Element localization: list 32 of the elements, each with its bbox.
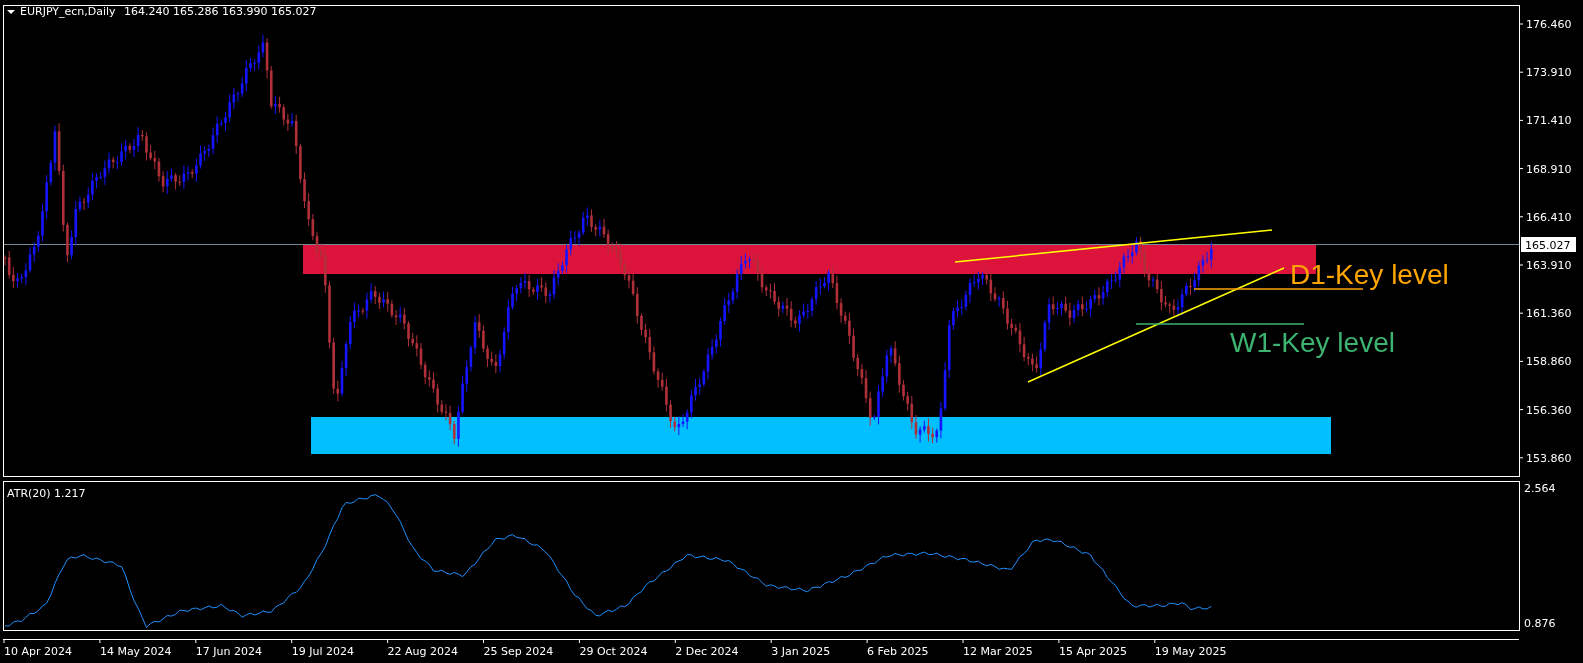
indicator-tick-label: 2.564 [1524, 482, 1556, 495]
price-tick-label: 161.360 [1526, 307, 1572, 321]
price-tick-label: 163.910 [1526, 259, 1572, 272]
indicator-label: ATR(20) 1.217 [7, 487, 86, 500]
price-tick-label: 176.460 [1526, 18, 1572, 31]
price-tick-label: 158.860 [1526, 355, 1572, 369]
date-tick-label: 15 Apr 2025 [1058, 645, 1127, 658]
date-tick-label: 29 Oct 2024 [579, 645, 648, 658]
date-tick-label: 14 May 2024 [99, 645, 172, 658]
date-tick-label: 2 Dec 2024 [675, 645, 739, 658]
date-tick-label: 19 May 2025 [1154, 645, 1227, 658]
date-tick-label: 12 Mar 2025 [963, 645, 1033, 658]
current-price-label: 165.027 [1521, 237, 1576, 252]
key-level-label: D1-Key level [1290, 259, 1449, 290]
chart-symbol: EURJPY_ecn,Daily [20, 5, 116, 18]
date-tick-label: 6 Feb 2025 [867, 645, 929, 658]
indicator-tick-label: 0.876 [1524, 617, 1556, 630]
date-tick-label: 3 Jan 2025 [771, 645, 831, 658]
dropdown-icon[interactable] [7, 10, 15, 14]
price-tick-label: 173.910 [1526, 66, 1572, 80]
date-tick-label: 25 Sep 2024 [483, 645, 554, 658]
price-tick-label: 153.860 [1526, 451, 1572, 465]
price-tick-label: 171.410 [1526, 114, 1572, 128]
key-level-label: W1-Key level [1230, 327, 1395, 358]
date-tick-label: 17 Jun 2024 [195, 645, 262, 658]
ohlc-values: 164.240 165.286 163.990 165.027 [124, 5, 317, 18]
price-tick-label: 156.360 [1526, 403, 1572, 417]
date-tick-label: 22 Aug 2024 [387, 645, 459, 658]
date-tick-label: 19 Jul 2024 [291, 645, 354, 658]
price-tick-label: 166.410 [1526, 210, 1572, 224]
price-tick-label: 168.910 [1526, 162, 1572, 176]
date-tick-label: 10 Apr 2024 [4, 645, 72, 658]
